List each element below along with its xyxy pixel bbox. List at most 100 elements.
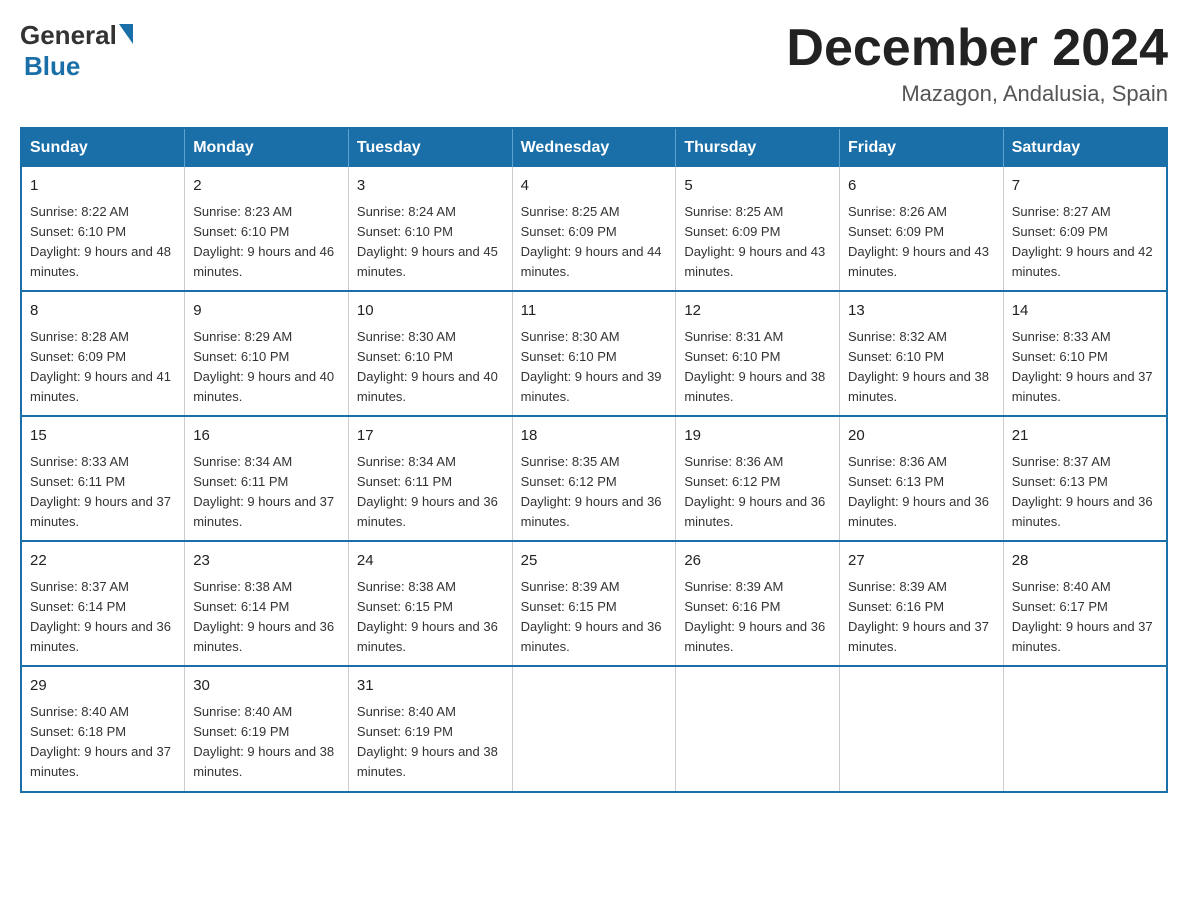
- table-row: 24 Sunrise: 8:38 AMSunset: 6:15 PMDaylig…: [348, 541, 512, 666]
- day-number: 6: [848, 175, 995, 198]
- table-row: 20 Sunrise: 8:36 AMSunset: 6:13 PMDaylig…: [840, 416, 1004, 541]
- day-info: Sunrise: 8:22 AMSunset: 6:10 PMDaylight:…: [30, 204, 171, 279]
- day-info: Sunrise: 8:34 AMSunset: 6:11 PMDaylight:…: [357, 454, 498, 529]
- calendar-location: Mazagon, Andalusia, Spain: [786, 81, 1168, 107]
- day-number: 14: [1012, 300, 1158, 323]
- day-number: 2: [193, 175, 340, 198]
- day-info: Sunrise: 8:24 AMSunset: 6:10 PMDaylight:…: [357, 204, 498, 279]
- day-info: Sunrise: 8:40 AMSunset: 6:17 PMDaylight:…: [1012, 579, 1153, 654]
- table-row: 26 Sunrise: 8:39 AMSunset: 6:16 PMDaylig…: [676, 541, 840, 666]
- header-sunday: Sunday: [21, 128, 185, 167]
- table-row: 7 Sunrise: 8:27 AMSunset: 6:09 PMDayligh…: [1003, 167, 1167, 291]
- page-header: General Blue December 2024 Mazagon, Anda…: [20, 20, 1168, 107]
- calendar-title: December 2024: [786, 20, 1168, 77]
- table-row: 4 Sunrise: 8:25 AMSunset: 6:09 PMDayligh…: [512, 167, 676, 291]
- table-row: 30 Sunrise: 8:40 AMSunset: 6:19 PMDaylig…: [185, 666, 349, 791]
- day-info: Sunrise: 8:39 AMSunset: 6:16 PMDaylight:…: [848, 579, 989, 654]
- day-number: 28: [1012, 550, 1158, 573]
- day-number: 22: [30, 550, 176, 573]
- day-number: 15: [30, 425, 176, 448]
- table-row: 6 Sunrise: 8:26 AMSunset: 6:09 PMDayligh…: [840, 167, 1004, 291]
- header-thursday: Thursday: [676, 128, 840, 167]
- table-row: 8 Sunrise: 8:28 AMSunset: 6:09 PMDayligh…: [21, 291, 185, 416]
- calendar-week-row: 22 Sunrise: 8:37 AMSunset: 6:14 PMDaylig…: [21, 541, 1167, 666]
- table-row: [512, 666, 676, 791]
- table-row: 5 Sunrise: 8:25 AMSunset: 6:09 PMDayligh…: [676, 167, 840, 291]
- header-friday: Friday: [840, 128, 1004, 167]
- table-row: 9 Sunrise: 8:29 AMSunset: 6:10 PMDayligh…: [185, 291, 349, 416]
- table-row: 17 Sunrise: 8:34 AMSunset: 6:11 PMDaylig…: [348, 416, 512, 541]
- table-row: 21 Sunrise: 8:37 AMSunset: 6:13 PMDaylig…: [1003, 416, 1167, 541]
- table-row: 22 Sunrise: 8:37 AMSunset: 6:14 PMDaylig…: [21, 541, 185, 666]
- day-number: 23: [193, 550, 340, 573]
- calendar-table: Sunday Monday Tuesday Wednesday Thursday…: [20, 127, 1168, 792]
- day-number: 13: [848, 300, 995, 323]
- day-number: 29: [30, 675, 176, 698]
- day-number: 1: [30, 175, 176, 198]
- logo: General Blue: [20, 20, 133, 82]
- header-monday: Monday: [185, 128, 349, 167]
- calendar-week-row: 29 Sunrise: 8:40 AMSunset: 6:18 PMDaylig…: [21, 666, 1167, 791]
- day-number: 10: [357, 300, 504, 323]
- day-number: 8: [30, 300, 176, 323]
- calendar-week-row: 1 Sunrise: 8:22 AMSunset: 6:10 PMDayligh…: [21, 167, 1167, 291]
- table-row: 23 Sunrise: 8:38 AMSunset: 6:14 PMDaylig…: [185, 541, 349, 666]
- table-row: 3 Sunrise: 8:24 AMSunset: 6:10 PMDayligh…: [348, 167, 512, 291]
- day-info: Sunrise: 8:38 AMSunset: 6:15 PMDaylight:…: [357, 579, 498, 654]
- day-number: 18: [521, 425, 668, 448]
- logo-blue-text: Blue: [24, 51, 80, 82]
- day-number: 3: [357, 175, 504, 198]
- day-info: Sunrise: 8:34 AMSunset: 6:11 PMDaylight:…: [193, 454, 334, 529]
- day-number: 11: [521, 300, 668, 323]
- table-row: 15 Sunrise: 8:33 AMSunset: 6:11 PMDaylig…: [21, 416, 185, 541]
- day-number: 17: [357, 425, 504, 448]
- title-block: December 2024 Mazagon, Andalusia, Spain: [786, 20, 1168, 107]
- table-row: 27 Sunrise: 8:39 AMSunset: 6:16 PMDaylig…: [840, 541, 1004, 666]
- day-info: Sunrise: 8:23 AMSunset: 6:10 PMDaylight:…: [193, 204, 334, 279]
- day-number: 31: [357, 675, 504, 698]
- logo-top: General: [20, 20, 133, 51]
- table-row: 18 Sunrise: 8:35 AMSunset: 6:12 PMDaylig…: [512, 416, 676, 541]
- day-info: Sunrise: 8:37 AMSunset: 6:13 PMDaylight:…: [1012, 454, 1153, 529]
- day-info: Sunrise: 8:38 AMSunset: 6:14 PMDaylight:…: [193, 579, 334, 654]
- day-number: 12: [684, 300, 831, 323]
- table-row: [676, 666, 840, 791]
- day-number: 4: [521, 175, 668, 198]
- header-wednesday: Wednesday: [512, 128, 676, 167]
- table-row: 10 Sunrise: 8:30 AMSunset: 6:10 PMDaylig…: [348, 291, 512, 416]
- day-info: Sunrise: 8:27 AMSunset: 6:09 PMDaylight:…: [1012, 204, 1153, 279]
- table-row: 19 Sunrise: 8:36 AMSunset: 6:12 PMDaylig…: [676, 416, 840, 541]
- day-info: Sunrise: 8:33 AMSunset: 6:10 PMDaylight:…: [1012, 329, 1153, 404]
- day-info: Sunrise: 8:39 AMSunset: 6:16 PMDaylight:…: [684, 579, 825, 654]
- day-info: Sunrise: 8:36 AMSunset: 6:12 PMDaylight:…: [684, 454, 825, 529]
- day-info: Sunrise: 8:25 AMSunset: 6:09 PMDaylight:…: [684, 204, 825, 279]
- day-number: 24: [357, 550, 504, 573]
- day-info: Sunrise: 8:32 AMSunset: 6:10 PMDaylight:…: [848, 329, 989, 404]
- table-row: 12 Sunrise: 8:31 AMSunset: 6:10 PMDaylig…: [676, 291, 840, 416]
- table-row: 14 Sunrise: 8:33 AMSunset: 6:10 PMDaylig…: [1003, 291, 1167, 416]
- day-info: Sunrise: 8:30 AMSunset: 6:10 PMDaylight:…: [521, 329, 662, 404]
- day-info: Sunrise: 8:40 AMSunset: 6:19 PMDaylight:…: [357, 704, 498, 779]
- day-info: Sunrise: 8:28 AMSunset: 6:09 PMDaylight:…: [30, 329, 171, 404]
- day-info: Sunrise: 8:29 AMSunset: 6:10 PMDaylight:…: [193, 329, 334, 404]
- day-info: Sunrise: 8:30 AMSunset: 6:10 PMDaylight:…: [357, 329, 498, 404]
- header-saturday: Saturday: [1003, 128, 1167, 167]
- day-number: 7: [1012, 175, 1158, 198]
- logo-general-text: General: [20, 20, 117, 51]
- table-row: 2 Sunrise: 8:23 AMSunset: 6:10 PMDayligh…: [185, 167, 349, 291]
- day-info: Sunrise: 8:36 AMSunset: 6:13 PMDaylight:…: [848, 454, 989, 529]
- table-row: [1003, 666, 1167, 791]
- day-number: 21: [1012, 425, 1158, 448]
- day-info: Sunrise: 8:39 AMSunset: 6:15 PMDaylight:…: [521, 579, 662, 654]
- day-info: Sunrise: 8:25 AMSunset: 6:09 PMDaylight:…: [521, 204, 662, 279]
- day-info: Sunrise: 8:33 AMSunset: 6:11 PMDaylight:…: [30, 454, 171, 529]
- day-number: 5: [684, 175, 831, 198]
- day-number: 26: [684, 550, 831, 573]
- table-row: 1 Sunrise: 8:22 AMSunset: 6:10 PMDayligh…: [21, 167, 185, 291]
- logo-triangle-icon: [119, 24, 133, 44]
- table-row: 13 Sunrise: 8:32 AMSunset: 6:10 PMDaylig…: [840, 291, 1004, 416]
- day-info: Sunrise: 8:40 AMSunset: 6:18 PMDaylight:…: [30, 704, 171, 779]
- table-row: 29 Sunrise: 8:40 AMSunset: 6:18 PMDaylig…: [21, 666, 185, 791]
- table-row: 25 Sunrise: 8:39 AMSunset: 6:15 PMDaylig…: [512, 541, 676, 666]
- day-info: Sunrise: 8:31 AMSunset: 6:10 PMDaylight:…: [684, 329, 825, 404]
